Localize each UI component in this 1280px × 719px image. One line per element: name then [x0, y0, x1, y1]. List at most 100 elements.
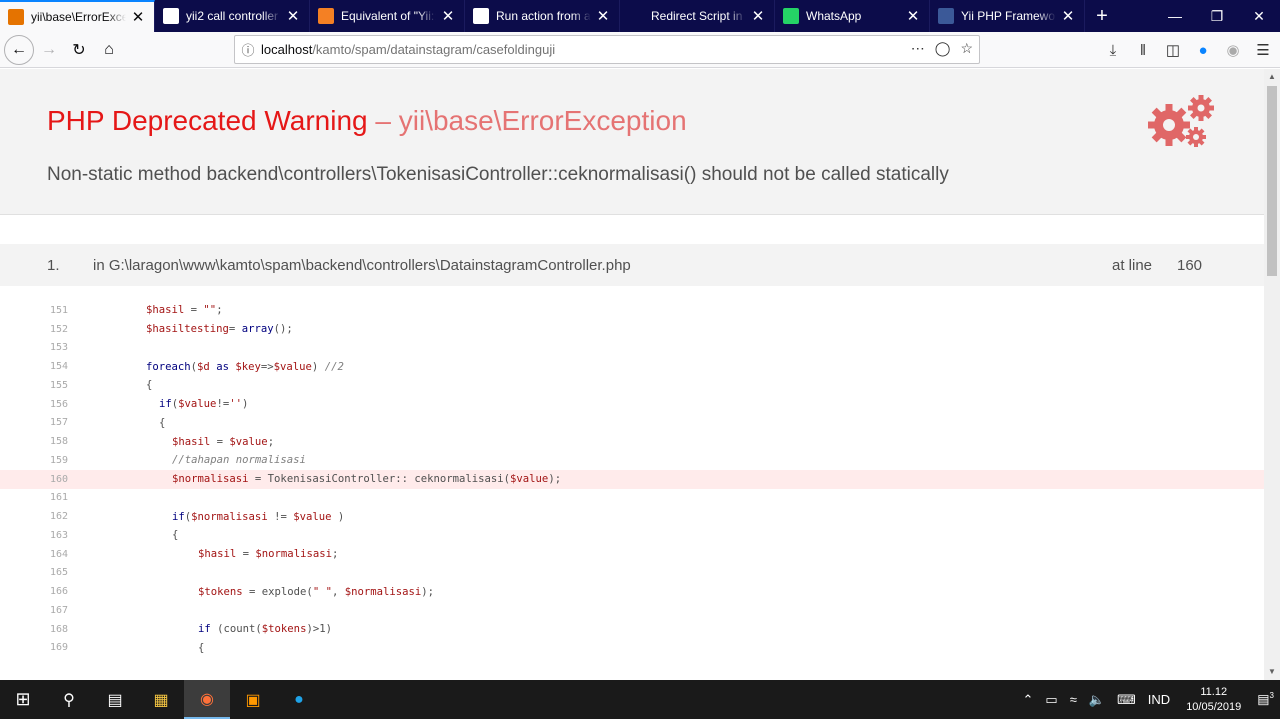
tab-2[interactable]: Equivalent of "Yii::app()->... ✕: [310, 0, 465, 32]
code-line-number: 154: [50, 361, 69, 373]
tab-6[interactable]: Yii PHP Framework ✕: [930, 0, 1085, 32]
extension-icon[interactable]: ●: [1192, 35, 1214, 65]
new-tab-button[interactable]: +: [1085, 0, 1119, 32]
code-line-source: $normalisasi = TokenisasiController:: ce…: [172, 473, 562, 486]
globe-icon[interactable]: ◉: [1222, 35, 1244, 65]
battery-icon[interactable]: ▭: [1039, 692, 1063, 708]
language-indicator[interactable]: IND: [1142, 692, 1176, 707]
code-line: 165: [0, 564, 1264, 583]
keyboard-icon[interactable]: ⌨: [1111, 692, 1142, 708]
tab-title: Yii PHP Framework: [961, 9, 1056, 23]
library-icon[interactable]: ‖: [1132, 35, 1154, 65]
maximize-button[interactable]: ❐: [1196, 0, 1238, 32]
page-scrollbar[interactable]: ▲ ▼: [1264, 69, 1280, 680]
download-icon[interactable]: ⤓: [1102, 35, 1124, 65]
scrollbar-thumb[interactable]: [1267, 86, 1277, 276]
code-line-number: 165: [50, 567, 69, 579]
page-content: PHP Deprecated Warning – yii\base\ErrorE…: [0, 69, 1264, 680]
notification-icon[interactable]: ▤3: [1251, 691, 1280, 707]
url-bar[interactable]: ⓘ localhost/kamto/spam/datainstagram/cas…: [234, 35, 980, 64]
code-line-number: 157: [50, 417, 69, 429]
pocket-icon[interactable]: ◯: [935, 40, 951, 57]
clock[interactable]: 11.12 10/05/2019: [1176, 685, 1251, 715]
back-button[interactable]: ←: [4, 34, 34, 65]
code-line: 153: [0, 339, 1264, 358]
code-line: 168 if (count($tokens)>1): [0, 620, 1264, 639]
tab-title: Run action from another: [496, 9, 591, 23]
error-message: Non-static method backend\controllers\To…: [47, 164, 949, 185]
sublime-icon[interactable]: ▣: [230, 680, 276, 719]
yii-error-icon: [8, 9, 24, 25]
call-stack: 1. in G:\laragon\www\kamto\spam\backend\…: [0, 244, 1264, 654]
code-line-number: 155: [50, 379, 69, 391]
system-tray: ⌃ ▭ ≈ 🔈 ⌨ IND 11.12 10/05/2019 ▤3: [1017, 680, 1280, 719]
url-host: localhost: [261, 42, 313, 57]
code-line-number: 152: [50, 323, 69, 335]
sidebar-icon[interactable]: ◫: [1162, 35, 1184, 65]
tab-3[interactable]: Run action from another ✕: [465, 0, 620, 32]
tab-1[interactable]: yii2 call controller and action ✕: [155, 0, 310, 32]
tab-close-icon[interactable]: ✕: [130, 8, 146, 26]
home-button[interactable]: ⌂: [94, 35, 124, 65]
code-line-source: if (count($tokens)>1): [198, 623, 332, 636]
scroll-down-arrow-icon[interactable]: ▼: [1264, 664, 1280, 680]
wifi-icon[interactable]: ≈: [1064, 692, 1083, 707]
search-icon[interactable]: ⚲: [46, 680, 92, 719]
forward-button[interactable]: →: [34, 35, 64, 65]
code-line: 163 {: [0, 526, 1264, 545]
volume-icon[interactable]: 🔈: [1083, 692, 1111, 708]
code-line-number: 158: [50, 436, 69, 448]
code-line-number: 167: [50, 604, 69, 616]
file-explorer-icon[interactable]: ▦: [138, 680, 184, 719]
task-view-icon[interactable]: ▤: [92, 680, 138, 719]
tab-title: yii\base\ErrorException: [31, 10, 126, 24]
tab-title: WhatsApp: [806, 9, 862, 23]
call-stack-file: in G:\laragon\www\kamto\spam\backend\con…: [93, 256, 631, 274]
github-icon: [473, 8, 489, 24]
code-line: 156 if($value!=''): [0, 395, 1264, 414]
code-line-number: 169: [50, 642, 69, 654]
error-header: PHP Deprecated Warning – yii\base\ErrorE…: [0, 69, 1264, 215]
code-line: 157 {: [0, 414, 1264, 433]
call-stack-number: 1.: [47, 256, 60, 274]
error-title: PHP Deprecated Warning – yii\base\ErrorE…: [47, 105, 687, 137]
tab-close-icon[interactable]: ✕: [750, 7, 766, 25]
tab-4[interactable]: Redirect Script in Yii | BS ✕: [620, 0, 775, 32]
reload-button[interactable]: ↻: [64, 35, 94, 65]
chevron-up-icon[interactable]: ⌃: [1017, 692, 1040, 708]
firefox-icon[interactable]: ◉: [184, 680, 230, 719]
code-line-source: $tokens = explode(" ", $normalisasi);: [198, 585, 435, 598]
code-line: 158 $hasil = $value;: [0, 432, 1264, 451]
tab-close-icon[interactable]: ✕: [1060, 7, 1076, 25]
toolbar-right: ⤓ ‖ ◫ ● ◉ ☰: [1102, 35, 1274, 65]
page-actions-icon[interactable]: ⋯: [911, 40, 925, 57]
minimize-button[interactable]: —: [1154, 0, 1196, 32]
tab-0[interactable]: yii\base\ErrorException ✕: [0, 0, 155, 32]
code-line: 152 $hasiltesting= array();: [0, 320, 1264, 339]
code-block: 151 $hasil = ""; 152 $hasiltesting= array()…: [0, 301, 1264, 657]
tab-close-icon[interactable]: ✕: [440, 7, 456, 25]
whatsapp-icon: [783, 8, 799, 24]
clock-time: 11.12: [1200, 685, 1228, 698]
bookmark-star-icon[interactable]: ☆: [960, 40, 973, 57]
code-line: 162 if($normalisasi != $value ): [0, 507, 1264, 526]
code-line-source: $hasil = $value;: [172, 435, 275, 448]
code-line-number: 161: [50, 492, 69, 504]
menu-icon[interactable]: ☰: [1252, 35, 1274, 65]
code-line: 166 $tokens = explode(" ", $normalisasi);: [0, 582, 1264, 601]
code-line-number: 153: [50, 342, 69, 354]
call-stack-item[interactable]: 1. in G:\laragon\www\kamto\spam\backend\…: [0, 244, 1264, 286]
tab-close-icon[interactable]: ✕: [905, 7, 921, 25]
close-window-button[interactable]: ✕: [1238, 0, 1280, 32]
tab-5[interactable]: WhatsApp ✕: [775, 0, 930, 32]
code-line: 169 {: [0, 639, 1264, 658]
code-line: 161: [0, 489, 1264, 508]
tab-close-icon[interactable]: ✕: [595, 7, 611, 25]
tab-close-icon[interactable]: ✕: [285, 7, 301, 25]
windows-start-icon[interactable]: ⊞: [0, 680, 46, 719]
code-line-source: {: [159, 416, 166, 429]
info-icon[interactable]: ⓘ: [235, 40, 261, 59]
error-title-text: PHP Deprecated Warning: [47, 105, 368, 136]
app-icon[interactable]: ●: [276, 680, 322, 719]
scroll-up-arrow-icon[interactable]: ▲: [1264, 69, 1280, 85]
